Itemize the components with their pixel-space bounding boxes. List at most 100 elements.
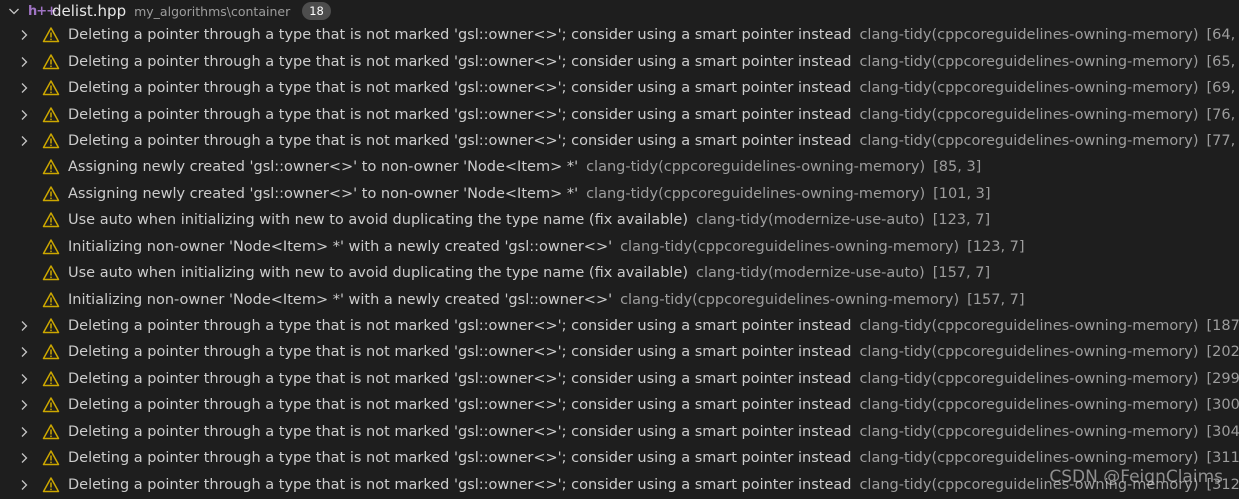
problem-message: Deleting a pointer through a type that i… — [68, 476, 852, 493]
problem-source: clang-tidy(cppcoreguidelines-owning-memo… — [859, 450, 1199, 467]
chevron-down-icon[interactable] — [6, 3, 22, 19]
problem-location: [157, 7] — [932, 265, 991, 282]
problem-location: [77, 7] — [1206, 132, 1239, 149]
warning-icon — [42, 158, 60, 176]
problem-message: Deleting a pointer through a type that i… — [68, 450, 852, 467]
chevron-right-icon[interactable] — [16, 344, 32, 360]
problem-location: [304, 7] — [1206, 423, 1239, 440]
problem-row[interactable]: Initializing non-owner 'Node<Item> *' wi… — [0, 286, 1239, 312]
chevron-right-icon[interactable] — [16, 371, 32, 387]
problem-row[interactable]: Use auto when initializing with new to a… — [0, 260, 1239, 286]
problem-message: Deleting a pointer through a type that i… — [68, 318, 852, 335]
problem-source: clang-tidy(cppcoreguidelines-owning-memo… — [859, 53, 1199, 70]
chevron-right-icon[interactable] — [16, 424, 32, 440]
problem-message: Deleting a pointer through a type that i… — [68, 370, 852, 387]
warning-icon — [42, 423, 60, 441]
problem-location: [76, 7] — [1206, 106, 1239, 123]
problem-row[interactable]: Deleting a pointer through a type that i… — [0, 339, 1239, 365]
problem-source: clang-tidy(cppcoreguidelines-owning-memo… — [620, 238, 960, 255]
chevron-right-icon[interactable] — [16, 318, 32, 334]
problem-message: Deleting a pointer through a type that i… — [68, 53, 852, 70]
warning-icon — [42, 370, 60, 388]
warning-icon — [42, 211, 60, 229]
problem-row[interactable]: Deleting a pointer through a type that i… — [0, 128, 1239, 154]
problem-location: [157, 7] — [967, 291, 1025, 308]
problem-location: [69, 7] — [1206, 80, 1239, 97]
problems-list: Deleting a pointer through a type that i… — [0, 22, 1239, 498]
problem-source: clang-tidy(cppcoreguidelines-owning-memo… — [859, 80, 1199, 97]
problem-row[interactable]: Deleting a pointer through a type that i… — [0, 22, 1239, 48]
warning-icon — [42, 449, 60, 467]
chevron-right-icon[interactable] — [16, 477, 32, 493]
problem-source: clang-tidy(cppcoreguidelines-owning-memo… — [859, 344, 1199, 361]
watermark: CSDN @FeignClaims — [1049, 467, 1223, 487]
chevron-right-icon[interactable] — [16, 450, 32, 466]
problem-message: Initializing non-owner 'Node<Item> *' wi… — [68, 291, 613, 308]
problem-source: clang-tidy(cppcoreguidelines-owning-memo… — [859, 132, 1199, 149]
warning-icon — [42, 264, 60, 282]
problem-row[interactable]: Deleting a pointer through a type that i… — [0, 313, 1239, 339]
warning-icon — [42, 26, 60, 44]
problem-row[interactable]: Deleting a pointer through a type that i… — [0, 392, 1239, 418]
file-name: delist.hpp — [52, 2, 127, 20]
problem-row[interactable]: Assigning newly created 'gsl::owner<>' t… — [0, 181, 1239, 207]
problem-location: [300, 7] — [1206, 397, 1239, 414]
warning-icon — [42, 106, 60, 124]
problem-location: [123, 7] — [967, 238, 1025, 255]
warning-icon — [42, 317, 60, 335]
problem-location: [85, 3] — [933, 159, 982, 176]
problem-row[interactable]: Deleting a pointer through a type that i… — [0, 101, 1239, 127]
problem-source: clang-tidy(cppcoreguidelines-owning-memo… — [859, 318, 1199, 335]
problem-location: [101, 3] — [933, 185, 991, 202]
problem-message: Deleting a pointer through a type that i… — [68, 27, 852, 44]
problem-source: clang-tidy(cppcoreguidelines-owning-memo… — [586, 185, 926, 202]
problem-row[interactable]: Deleting a pointer through a type that i… — [0, 419, 1239, 445]
problem-row[interactable]: Deleting a pointer through a type that i… — [0, 75, 1239, 101]
problem-row[interactable]: Use auto when initializing with new to a… — [0, 207, 1239, 233]
problem-message: Use auto when initializing with new to a… — [68, 212, 689, 229]
problem-row[interactable]: Initializing non-owner 'Node<Item> *' wi… — [0, 234, 1239, 260]
problem-source: clang-tidy(cppcoreguidelines-owning-memo… — [859, 106, 1199, 123]
problem-message: Deleting a pointer through a type that i… — [68, 423, 852, 440]
problem-message: Deleting a pointer through a type that i… — [68, 106, 852, 123]
chevron-right-icon[interactable] — [16, 107, 32, 123]
problem-source: clang-tidy(modernize-use-auto) — [696, 265, 925, 282]
problem-location: [202, 3] — [1206, 344, 1239, 361]
chevron-right-icon[interactable] — [16, 397, 32, 413]
chevron-right-icon[interactable] — [16, 80, 32, 96]
problem-message: Use auto when initializing with new to a… — [68, 265, 689, 282]
problem-row[interactable]: Deleting a pointer through a type that i… — [0, 366, 1239, 392]
chevron-right-icon[interactable] — [16, 27, 32, 43]
warning-icon — [42, 343, 60, 361]
problem-source: clang-tidy(cppcoreguidelines-owning-memo… — [620, 291, 960, 308]
problem-count-badge: 18 — [302, 2, 331, 20]
cpp-header-file-icon: h++ — [28, 3, 57, 19]
warning-icon — [42, 291, 60, 309]
problem-source: clang-tidy(cppcoreguidelines-owning-memo… — [859, 370, 1199, 387]
problem-message: Initializing non-owner 'Node<Item> *' wi… — [68, 238, 613, 255]
chevron-right-icon[interactable] — [16, 133, 32, 149]
warning-icon — [42, 132, 60, 150]
problem-source: clang-tidy(cppcoreguidelines-owning-memo… — [859, 423, 1199, 440]
warning-icon — [42, 53, 60, 71]
chevron-right-icon[interactable] — [16, 54, 32, 70]
problem-source: clang-tidy(cppcoreguidelines-owning-memo… — [586, 159, 926, 176]
problem-location: [64, 7] — [1206, 27, 1239, 44]
problem-location: [311, 7] — [1206, 450, 1239, 467]
problem-row[interactable]: Assigning newly created 'gsl::owner<>' t… — [0, 154, 1239, 180]
problem-source: clang-tidy(cppcoreguidelines-owning-memo… — [859, 27, 1199, 44]
file-group-header[interactable]: h++ delist.hpp my_algorithms\container 1… — [0, 0, 1239, 22]
warning-icon — [42, 396, 60, 414]
problem-location: [65, 7] — [1206, 53, 1239, 70]
problem-location: [123, 7] — [932, 212, 991, 229]
problem-row[interactable]: Deleting a pointer through a type that i… — [0, 48, 1239, 74]
problem-message: Deleting a pointer through a type that i… — [68, 132, 852, 149]
problem-location: [187, 3] — [1206, 318, 1239, 335]
warning-icon — [42, 79, 60, 97]
problem-message: Assigning newly created 'gsl::owner<>' t… — [68, 159, 579, 176]
problem-source: clang-tidy(cppcoreguidelines-owning-memo… — [859, 397, 1199, 414]
warning-icon — [42, 185, 60, 203]
problem-message: Deleting a pointer through a type that i… — [68, 80, 852, 97]
problem-source: clang-tidy(modernize-use-auto) — [696, 212, 925, 229]
problem-message: Deleting a pointer through a type that i… — [68, 344, 852, 361]
